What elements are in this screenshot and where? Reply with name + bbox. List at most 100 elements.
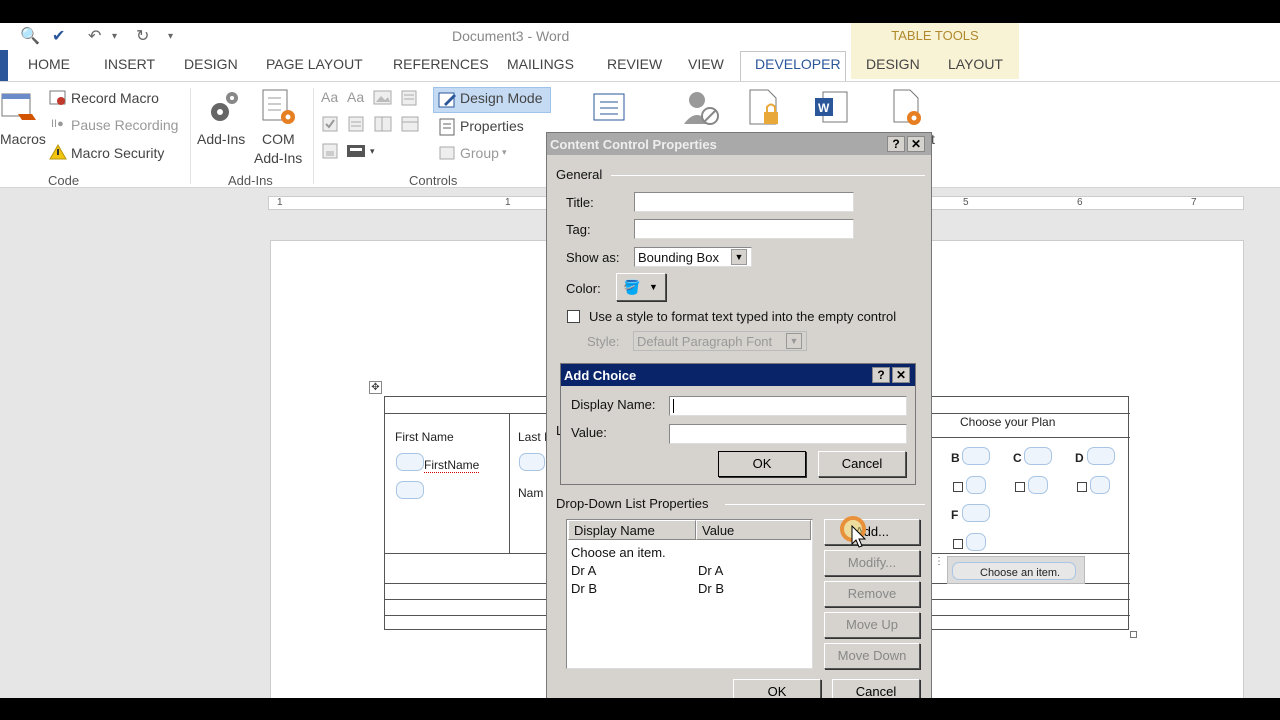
macros-button[interactable]: Macros <box>0 131 46 147</box>
move-down-button[interactable]: Move Down <box>824 643 920 669</box>
value-input[interactable] <box>669 424 907 444</box>
list-item[interactable]: Choose an item. <box>571 545 666 560</box>
content-control[interactable] <box>396 453 424 471</box>
content-control[interactable] <box>962 504 990 522</box>
drop-down-list-icon[interactable] <box>373 115 393 133</box>
show-as-label: Show as: <box>566 250 620 265</box>
title-bar: 🔍 ✔ ↶ ▾ ↻ ▾ Document3 - Word <box>0 23 1280 48</box>
remove-button[interactable]: Remove <box>824 581 920 607</box>
ccp-close-button[interactable]: ✕ <box>907 136 925 152</box>
tab-mailings[interactable]: MAILINGS <box>507 56 574 72</box>
legacy-tools-icon[interactable] <box>346 142 368 160</box>
column-header-display-name[interactable]: Display Name <box>568 520 696 540</box>
content-control[interactable] <box>1024 447 1052 465</box>
combo-box-icon[interactable] <box>347 115 367 133</box>
plan-checkbox[interactable] <box>953 482 963 492</box>
modify-button[interactable]: Modify... <box>824 550 920 576</box>
checkbox-control-icon[interactable] <box>321 115 341 133</box>
add-choice-close-button[interactable]: ✕ <box>892 367 910 383</box>
undo-icon[interactable]: ↶ <box>88 26 101 46</box>
mouse-pointer-icon <box>851 525 867 548</box>
content-control[interactable] <box>962 447 990 465</box>
properties-button[interactable]: Properties <box>460 118 524 134</box>
ccp-help-button[interactable]: ? <box>887 136 905 152</box>
record-macro-button[interactable]: Record Macro <box>71 90 159 106</box>
content-control[interactable] <box>966 476 986 494</box>
add-choice-cancel-button[interactable]: Cancel <box>818 451 906 477</box>
date-picker-icon[interactable] <box>400 115 420 133</box>
plan-checkbox[interactable] <box>953 539 963 549</box>
chevron-down-icon[interactable]: ▼ <box>731 249 747 265</box>
content-control[interactable] <box>519 453 545 471</box>
tab-references[interactable]: REFERENCES <box>393 56 489 72</box>
table-rule <box>930 437 1130 438</box>
list-item[interactable]: Dr B <box>571 581 597 596</box>
list-item-value: Dr A <box>698 563 724 578</box>
list-item[interactable]: Dr A <box>571 563 596 578</box>
add-button[interactable]: Add... <box>824 519 920 545</box>
choose-item-placeholder[interactable]: Choose an item. <box>980 567 1060 579</box>
customize-qat-icon[interactable]: ▾ <box>168 31 173 42</box>
block-authors-icon[interactable] <box>682 88 720 128</box>
tag-input[interactable] <box>634 219 854 239</box>
spelling-icon[interactable]: ✔ <box>52 26 65 46</box>
use-style-checkbox[interactable] <box>567 310 580 323</box>
tab-page-layout[interactable]: PAGE LAYOUT <box>266 56 363 72</box>
content-control[interactable] <box>1087 447 1115 465</box>
title-label: Title: <box>566 195 594 210</box>
table-move-handle-icon[interactable]: ✥ <box>369 381 382 394</box>
tab-view[interactable]: VIEW <box>688 56 724 72</box>
com-add-ins-button-line1[interactable]: COM <box>262 131 295 147</box>
building-block-icon[interactable] <box>400 89 420 107</box>
ribbon-separator <box>313 88 314 184</box>
display-name-input[interactable] <box>669 396 907 416</box>
add-choice-help-button[interactable]: ? <box>872 367 890 383</box>
chevron-down-icon[interactable]: ▼ <box>786 333 802 349</box>
content-control[interactable] <box>966 533 986 551</box>
tab-table-design[interactable]: DESIGN <box>866 56 920 72</box>
content-control[interactable] <box>396 481 424 499</box>
column-header-value[interactable]: Value <box>696 520 811 540</box>
repeating-section-icon[interactable] <box>321 142 341 160</box>
add-choice-ok-button[interactable]: OK <box>718 451 806 477</box>
choices-list[interactable]: Display Name Value Choose an item. Dr A … <box>566 519 813 669</box>
pause-recording-button[interactable]: Pause Recording <box>71 117 178 133</box>
style-select[interactable]: Default Paragraph Font <box>633 331 807 351</box>
undo-dropdown-icon[interactable]: ▾ <box>112 31 117 42</box>
picture-control-icon[interactable] <box>373 89 393 107</box>
move-up-button[interactable]: Move Up <box>824 612 920 638</box>
document-panel-icon[interactable] <box>890 88 926 128</box>
tab-insert[interactable]: INSERT <box>104 56 155 72</box>
tab-design[interactable]: DESIGN <box>184 56 238 72</box>
xml-mapping-pane-icon[interactable] <box>592 92 628 124</box>
color-picker-button[interactable]: 🪣 ▼ <box>616 273 666 301</box>
design-mode-button[interactable]: Design Mode <box>460 90 543 106</box>
redo-icon[interactable]: ↻ <box>136 26 149 46</box>
tab-developer[interactable]: DEVELOPER <box>755 56 841 72</box>
macro-security-button[interactable]: Macro Security <box>71 145 164 161</box>
rich-text-control-icon[interactable]: Aa <box>321 89 338 105</box>
content-control[interactable] <box>1028 476 1048 494</box>
display-name-label: Display Name: <box>571 397 656 412</box>
group-dropdown-icon[interactable]: ▾ <box>502 147 507 158</box>
table-resize-handle[interactable] <box>1130 631 1137 638</box>
plain-text-control-icon[interactable]: Aa <box>347 89 364 105</box>
com-add-ins-button-line2[interactable]: Add-Ins <box>254 150 302 166</box>
document-template-icon[interactable]: W <box>813 88 851 128</box>
content-control[interactable] <box>1090 476 1110 494</box>
section-divider <box>611 175 925 176</box>
tab-home[interactable]: HOME <box>28 56 70 72</box>
restrict-editing-icon[interactable] <box>746 88 782 128</box>
plan-checkbox[interactable] <box>1077 482 1087 492</box>
plan-checkbox[interactable] <box>1015 482 1025 492</box>
control-handle-icon[interactable]: ⋮ <box>934 556 944 567</box>
legacy-tools-dropdown-icon[interactable]: ▾ <box>370 146 375 157</box>
group-button[interactable]: Group <box>460 145 499 161</box>
svg-text:W: W <box>818 101 830 115</box>
tab-table-layout[interactable]: LAYOUT <box>948 56 1003 72</box>
first-name-field[interactable]: FirstName <box>424 458 480 473</box>
tab-review[interactable]: REVIEW <box>607 56 662 72</box>
title-input[interactable] <box>634 192 854 212</box>
add-ins-button[interactable]: Add-Ins <box>197 131 245 147</box>
print-preview-icon[interactable]: 🔍 <box>20 26 40 46</box>
